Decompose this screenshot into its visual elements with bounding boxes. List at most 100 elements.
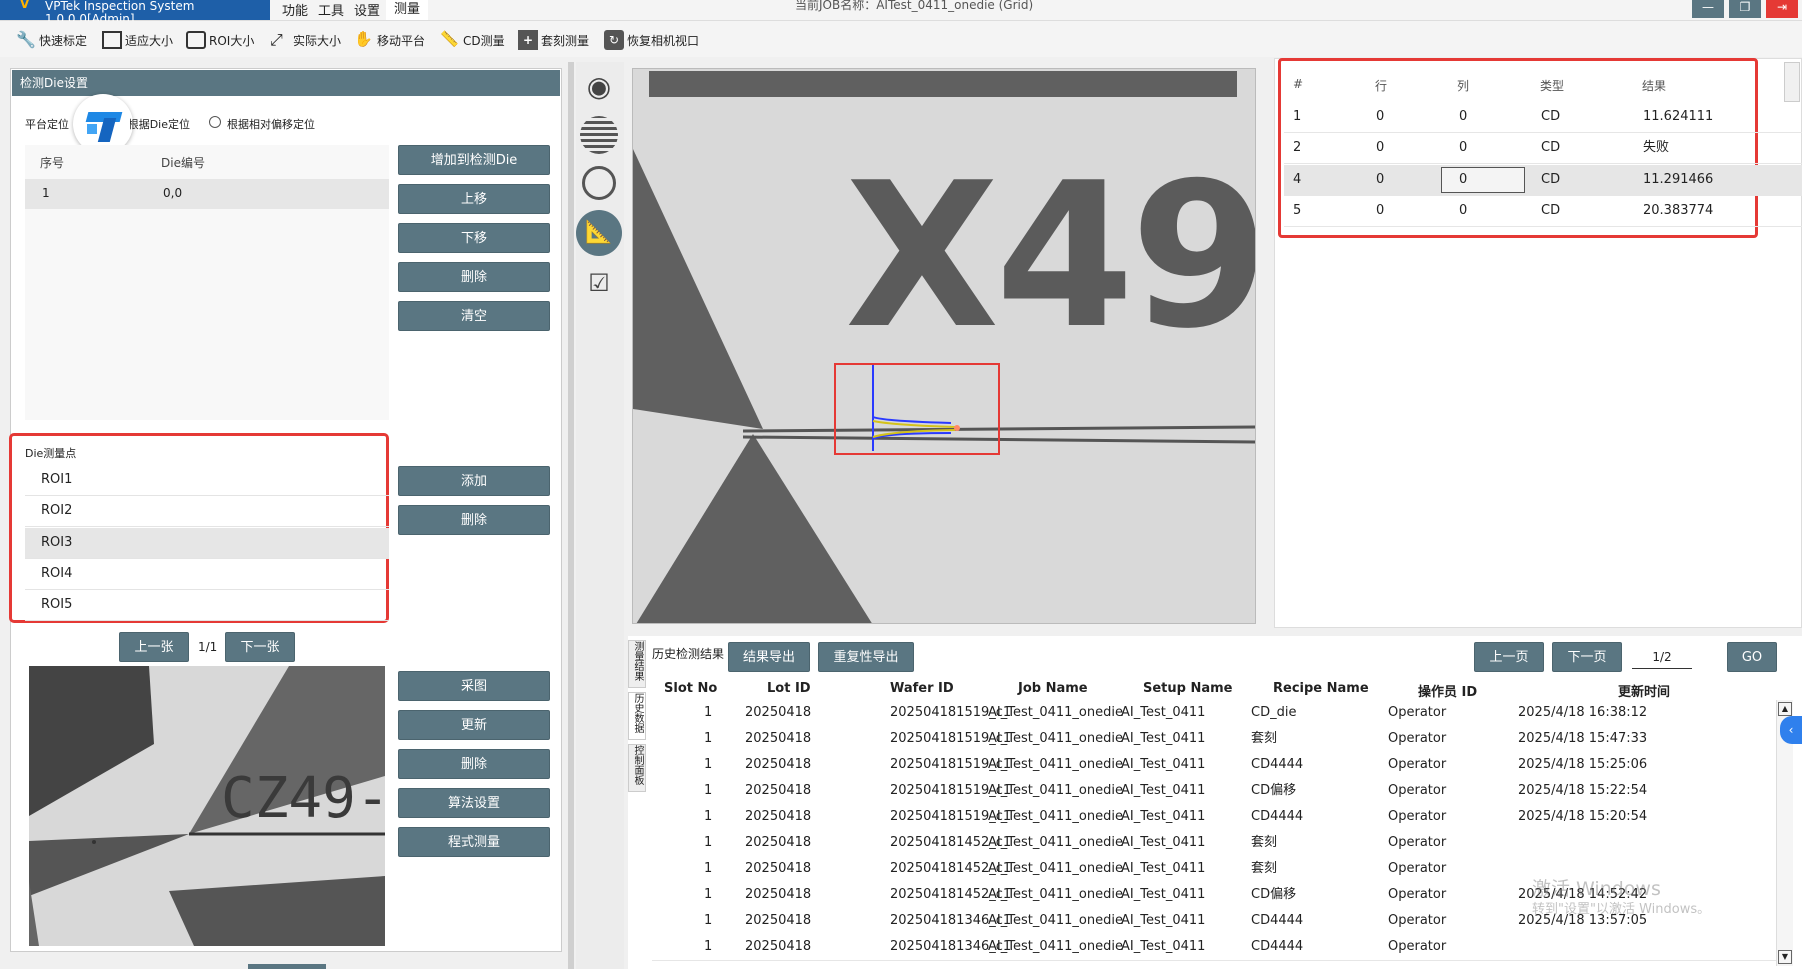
history-cell: AI_Test_0411_onedie (988, 939, 1123, 954)
program-measure-button[interactable]: 程式测量 (398, 827, 550, 857)
table-row[interactable]: 1 20250418 202504181452_c1 AI_Test_0411_one… (652, 830, 1776, 857)
restore-camera-tool[interactable]: ↻ 恢复相机视口 (604, 28, 699, 52)
clear-button[interactable]: 清空 (398, 301, 550, 331)
history-cell: 2025/4/18 15:22:54 (1518, 783, 1648, 798)
results-scrollbar[interactable] (1784, 62, 1800, 102)
move-stage-tool[interactable]: ✋ 移动平台 (354, 28, 425, 52)
history-cell: CD偏移 (1251, 783, 1297, 798)
actual-size-tool[interactable]: ⤢ 实际大小 (270, 28, 341, 52)
splitter[interactable] (568, 62, 574, 969)
roi-frame-icon (186, 31, 206, 49)
toolbar: 🔧 快速标定 适应大小 ROI大小 ⤢ 实际大小 ✋ 移动平台 📏 CD测量 + 套刻测量… (0, 21, 1802, 57)
fit-size-tool[interactable]: 适应大小 (102, 28, 173, 52)
history-cell: AI_Test_0411_onedie (988, 783, 1123, 798)
add-point-button[interactable]: 添加 (398, 466, 550, 496)
update-button[interactable]: 更新 (398, 710, 550, 740)
history-cell: CD偏移 (1251, 887, 1297, 902)
list-item[interactable]: ROI3 (25, 528, 389, 559)
table-row[interactable]: 1 20250418 202504181346_c1 AI_Test_0411_one… (652, 934, 1776, 961)
bottom-tab[interactable] (248, 964, 326, 969)
add-detect-die-button[interactable]: 增加到检测Die (398, 145, 550, 175)
history-cell: 2025/4/18 15:25:06 (1518, 757, 1648, 772)
ruler-icon: 📏 (440, 30, 459, 48)
repeat-export-button[interactable]: 重复性导出 (818, 642, 914, 672)
capture-button[interactable]: 采图 (398, 671, 550, 701)
list-item[interactable]: ROI2 (25, 496, 389, 527)
roi-size-tool[interactable]: ROI大小 (186, 28, 254, 52)
close-button[interactable]: ⇥ (1766, 0, 1798, 18)
delete-image-button[interactable]: 删除 (398, 749, 550, 779)
app-logo-icon: V (20, 0, 30, 11)
history-cell: Operator (1388, 705, 1447, 720)
menu-settings[interactable]: 设置 (354, 0, 380, 19)
table-row[interactable]: 1 20250418 202504181519_c1 AI_Test_0411_one… (652, 726, 1776, 753)
radio-offset-label[interactable]: 根据相对偏移定位 (227, 116, 315, 132)
next-page-button[interactable]: 下一页 (1552, 642, 1622, 672)
history-cell: AI_Test_0411_onedie (988, 887, 1123, 902)
image-viewer[interactable]: X49 (632, 68, 1256, 624)
tab-measure-results[interactable]: 测量结果 (628, 640, 646, 688)
scroll-down-arrow[interactable]: ▼ (1778, 950, 1792, 964)
export-results-button[interactable]: 结果导出 (728, 642, 810, 672)
quick-calibrate-tool[interactable]: 🔧 快速标定 (16, 28, 87, 52)
table-row[interactable]: 5 0 0 CD 20.383774 (1284, 196, 1802, 227)
history-cell: 2025/4/18 15:47:33 (1518, 731, 1648, 746)
minimize-button[interactable]: — (1692, 0, 1724, 18)
history-cell: 20250418 (745, 861, 812, 876)
go-button[interactable]: GO (1727, 642, 1777, 672)
history-cell: AI_Test_0411 (1121, 757, 1206, 772)
move-down-button[interactable]: 下移 (398, 223, 550, 253)
table-row[interactable]: 4 0 0 CD 11.291466 (1284, 165, 1802, 196)
move-up-button[interactable]: 上移 (398, 184, 550, 214)
grid-icon[interactable] (580, 116, 618, 154)
list-item[interactable]: ROI5 (25, 590, 389, 621)
history-cell: 1 (704, 783, 713, 798)
table-row[interactable]: 1 20250418 202504181519_c1 AI_Test_0411_one… (652, 700, 1776, 727)
delete-die-button[interactable]: 删除 (398, 262, 550, 292)
history-cell: AI_Test_0411 (1121, 835, 1206, 850)
prev-image-button[interactable]: 上一张 (119, 632, 189, 662)
history-cell: Operator (1388, 939, 1447, 954)
selected-cell[interactable] (1441, 167, 1525, 193)
history-cell: AI_Test_0411_onedie (988, 809, 1123, 824)
cd-measure-tool[interactable]: 📏 CD测量 (440, 28, 505, 52)
radio-die-label[interactable]: 根据Die定位 (130, 116, 190, 132)
table-row[interactable]: 1 0 0 CD 11.624111 (1284, 102, 1802, 133)
table-row[interactable]: 1 0,0 (25, 179, 389, 209)
panel-title: 检测Die设置 (20, 76, 88, 90)
prev-page-button[interactable]: 上一页 (1474, 642, 1544, 672)
ruler-tool-icon[interactable]: 📐 (576, 210, 622, 256)
menu-measure[interactable]: 测量 (386, 0, 429, 20)
list-item[interactable]: ROI1 (25, 465, 389, 496)
tab-control-panel[interactable]: 控制面板 (628, 744, 646, 792)
thumbnail-label: CZ49- (221, 766, 385, 831)
menu-tools[interactable]: 工具 (318, 0, 344, 19)
table-row[interactable]: 2 0 0 CD 失败 (1284, 133, 1802, 164)
delete-point-button[interactable]: 删除 (398, 505, 550, 535)
table-row[interactable]: 1 20250418 202504181519_c1 AI_Test_0411_one… (652, 804, 1776, 831)
history-cell: AI_Test_0411_onedie (988, 835, 1123, 850)
collapse-tab-icon[interactable]: ‹ (1780, 716, 1802, 744)
watermark-line1: 激活 Windows (1532, 878, 1661, 900)
history-cell: Operator (1388, 757, 1447, 772)
menu-function[interactable]: 功能 (282, 0, 308, 19)
history-cell: 20250418 (745, 835, 812, 850)
page-input[interactable]: 1/2 (1632, 646, 1692, 669)
list-item[interactable]: ROI4 (25, 559, 389, 590)
history-cell: 20250418 (745, 913, 812, 928)
fit-frame-icon (102, 31, 122, 49)
checklist-icon[interactable]: ☑ (582, 266, 616, 300)
radio-offset[interactable] (209, 116, 221, 128)
algorithm-settings-button[interactable]: 算法设置 (398, 788, 550, 818)
camera-icon[interactable]: ◉ (582, 70, 616, 104)
history-cell: CD_die (1251, 705, 1297, 720)
restore-button[interactable]: ❐ (1729, 0, 1761, 18)
overlay-measure-tool[interactable]: + 套刻测量 (518, 28, 589, 52)
next-image-button[interactable]: 下一张 (225, 632, 295, 662)
table-row[interactable]: 1 20250418 202504181519_c1 AI_Test_0411_one… (652, 752, 1776, 779)
hand-icon: ✋ (354, 30, 373, 48)
target-grid-icon[interactable] (582, 166, 616, 200)
scroll-up-arrow[interactable]: ▲ (1778, 702, 1792, 716)
table-row[interactable]: 1 20250418 202504181519_c1 AI_Test_0411_one… (652, 778, 1776, 805)
tab-history-data[interactable]: 历史数据 (628, 692, 646, 740)
